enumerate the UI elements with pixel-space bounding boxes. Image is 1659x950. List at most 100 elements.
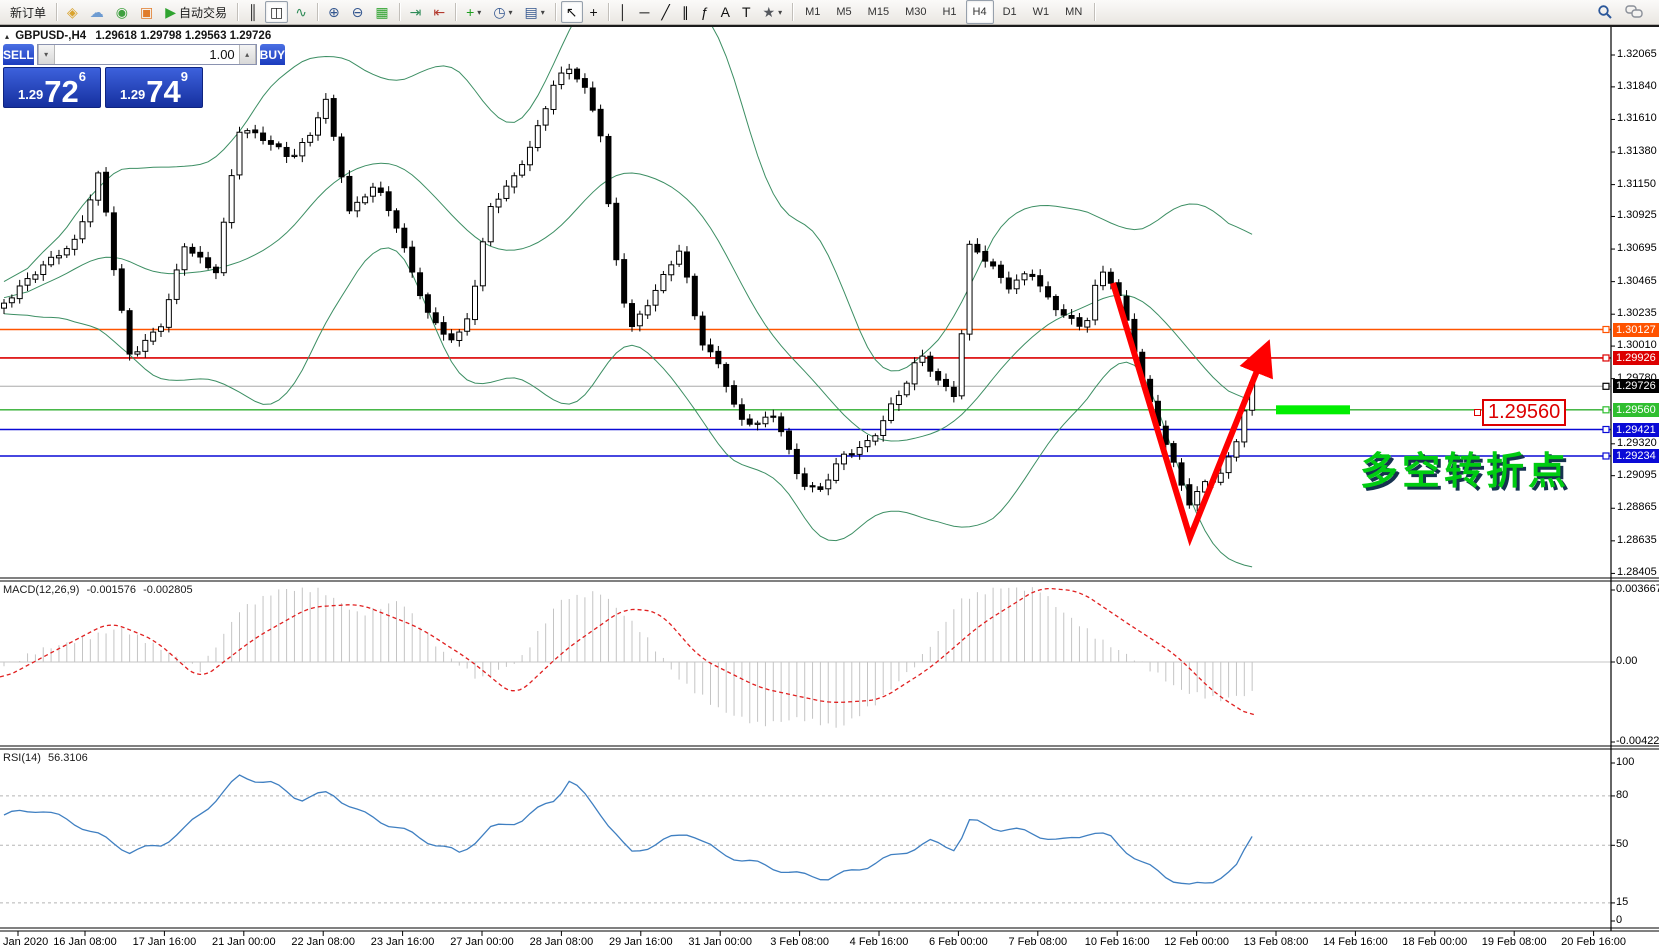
- time-axis-label: 12 Feb 00:00: [1164, 936, 1229, 948]
- time-axis-label: 7 Feb 08:00: [1008, 936, 1067, 948]
- buy-tab[interactable]: BUY: [260, 44, 285, 65]
- tf-m5-button[interactable]: M5: [829, 0, 858, 24]
- chat-icon[interactable]: [1620, 1, 1648, 23]
- volume-increase-button[interactable]: ▴: [239, 45, 256, 64]
- signals-icon-glyph: ◉: [116, 5, 128, 19]
- tile-windows-button[interactable]: ▦: [370, 1, 393, 23]
- time-axis-label: 19 Feb 08:00: [1482, 936, 1547, 948]
- chart-window: ▴ GBPUSD-,H4 1.29618 1.29798 1.29563 1.2…: [0, 0, 1659, 950]
- shapes-glyph: ★: [763, 5, 776, 19]
- macd-name: MACD(12,26,9): [3, 584, 79, 596]
- price-marker-label: 1.29421: [1613, 423, 1659, 437]
- toolbar-group: ⊕⊖▦: [322, 0, 395, 24]
- community-icon[interactable]: ☁: [85, 1, 109, 23]
- toolbar-group: ║ ◫∿: [242, 0, 313, 24]
- indicators-button[interactable]: +▾: [461, 1, 486, 23]
- tf-h4-button[interactable]: H4: [966, 0, 994, 24]
- auto-scroll-button[interactable]: ⇥: [405, 1, 427, 23]
- history-badge-icon[interactable]: ◈: [62, 1, 83, 23]
- vertical-line-button[interactable]: │: [614, 1, 633, 23]
- buy-price-prefix: 1.29: [120, 87, 145, 102]
- signals-icon[interactable]: ◉: [111, 1, 133, 23]
- dropdown-arrow-icon: ▾: [778, 8, 782, 17]
- market-icon[interactable]: ▣: [135, 1, 158, 23]
- price-tick-label: 1.29095: [1617, 469, 1657, 481]
- templates-glyph: ▤: [525, 5, 538, 19]
- toolbar-group: [1591, 0, 1649, 24]
- periods-button[interactable]: ◷▾: [488, 1, 517, 23]
- dropdown-arrow-icon: ▾: [509, 8, 513, 17]
- rsi-scale-label: 0: [1616, 914, 1622, 926]
- zoom-in-button[interactable]: ⊕: [323, 1, 345, 23]
- rsi-scale-label: 80: [1616, 789, 1628, 801]
- volume-input[interactable]: [55, 45, 239, 64]
- candlestick-button[interactable]: ◫: [265, 1, 288, 23]
- label-button[interactable]: T: [737, 1, 756, 23]
- shapes-button[interactable]: ★▾: [758, 1, 788, 23]
- price-tick-label: 1.31150: [1617, 178, 1656, 190]
- toolbar-separator: [608, 3, 609, 21]
- channel-glyph: ∥: [682, 5, 689, 19]
- cursor-button[interactable]: ↖: [561, 1, 583, 23]
- toolbar-separator: [555, 3, 556, 21]
- chart-shift-button[interactable]: ⇤: [428, 1, 450, 23]
- new-order-button[interactable]: 新订单: [5, 1, 51, 23]
- search-icon[interactable]: [1592, 1, 1618, 23]
- price-tick-label: 1.29320: [1617, 437, 1657, 449]
- bar-chart-glyph: ║: [248, 5, 258, 19]
- macd-scale-label: 0.00: [1616, 655, 1637, 667]
- tf-h1-button[interactable]: H1: [935, 0, 963, 24]
- periods-glyph: ◷: [493, 5, 505, 19]
- autotrading-button[interactable]: ▶自动交易: [160, 1, 232, 23]
- tf-mn-button[interactable]: MN: [1058, 0, 1089, 24]
- trendline-glyph: ╱: [661, 5, 669, 19]
- macd-scale-label: -0.00422: [1616, 735, 1659, 747]
- toolbar-separator: [792, 3, 793, 21]
- toolbar-separator: [1094, 3, 1095, 21]
- toolbar-group: ⇥⇤: [404, 0, 451, 24]
- templates-button[interactable]: ▤▾: [520, 1, 550, 23]
- price-marker-label: 1.29726: [1613, 379, 1659, 393]
- line-chart-button[interactable]: ∿: [290, 1, 312, 23]
- macd-value-main: -0.001576: [86, 584, 136, 596]
- sell-tab[interactable]: SELL: [3, 44, 34, 65]
- price-tick-label: 1.30465: [1617, 275, 1657, 287]
- channel-button[interactable]: ∥: [677, 1, 694, 23]
- horizontal-line-button[interactable]: ─: [634, 1, 654, 23]
- time-axis-label: 6 Feb 00:00: [929, 936, 988, 948]
- text-glyph: A: [721, 5, 730, 19]
- bar-chart-button[interactable]: ║: [243, 1, 263, 23]
- sell-price-button[interactable]: 1.29 72 6: [3, 67, 101, 108]
- fibonacci-button[interactable]: ƒ: [696, 1, 714, 23]
- text-button[interactable]: A: [716, 1, 735, 23]
- tf-m30-button[interactable]: M30: [898, 0, 933, 24]
- toolbar-group: M1 M5M15M30H1H4D1W1MN: [797, 0, 1090, 24]
- trendline-button[interactable]: ╱: [656, 1, 674, 23]
- rsi-scale-label: 50: [1616, 838, 1628, 850]
- tf-m1-button-label: M1: [805, 6, 820, 18]
- turning-point-note[interactable]: 多空转折点: [1360, 440, 1570, 495]
- time-axis-label: 28 Jan 08:00: [530, 936, 594, 948]
- chart-marker-icon: ▴: [5, 32, 9, 41]
- time-axis-label: 18 Feb 00:00: [1402, 936, 1467, 948]
- volume-decrease-button[interactable]: ▾: [38, 45, 55, 64]
- price-marker-label: 1.30127: [1613, 323, 1659, 337]
- zoom-out-button[interactable]: ⊖: [347, 1, 369, 23]
- price-tick-label: 1.30235: [1617, 307, 1657, 319]
- rsi-scale-label: 100: [1616, 756, 1634, 768]
- dropdown-arrow-icon: ▾: [541, 8, 545, 17]
- volume-control: ▾ ▴: [37, 44, 257, 65]
- tf-m15-button[interactable]: M15: [861, 0, 896, 24]
- buy-price-button[interactable]: 1.29 74 9: [105, 67, 203, 108]
- tf-m1-button[interactable]: M1: [798, 0, 827, 24]
- chart-title: ▴ GBPUSD-,H4 1.29618 1.29798 1.29563 1.2…: [5, 30, 271, 42]
- tf-d1-button[interactable]: D1: [996, 0, 1024, 24]
- time-axis-label: 31 Jan 00:00: [688, 936, 752, 948]
- price-level-annotation[interactable]: 1.29560: [1482, 399, 1566, 426]
- price-tick-label: 1.32065: [1617, 48, 1657, 60]
- fibonacci-glyph: ƒ: [701, 5, 709, 19]
- crosshair-button[interactable]: +: [585, 1, 603, 23]
- price-level-anchor: [1474, 409, 1481, 416]
- toolbar-separator: [399, 3, 400, 21]
- tf-w1-button[interactable]: W1: [1026, 0, 1057, 24]
